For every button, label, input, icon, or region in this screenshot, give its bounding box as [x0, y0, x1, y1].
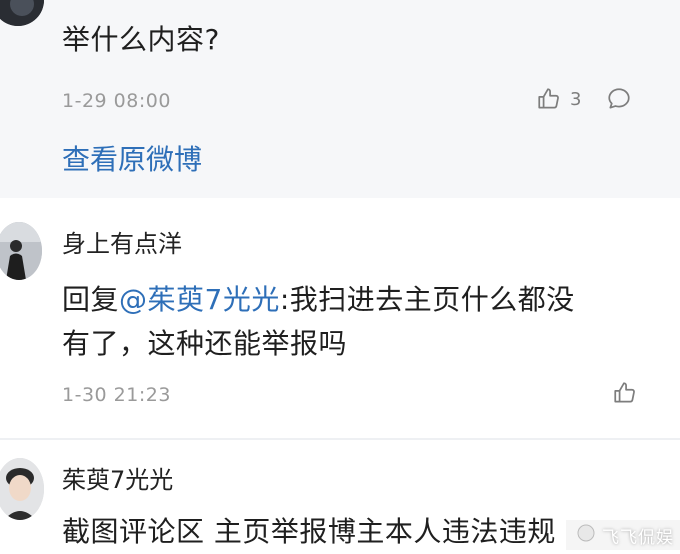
reply-card: 身上有点洋 回复@茱萸7光光:我扫进去主页什么都没 有了，这种还能举报吗 1-3…: [0, 198, 660, 438]
comment-time: 1-30 21:23: [62, 384, 171, 406]
avatar[interactable]: [0, 222, 42, 280]
watermark-text: 飞飞侃娱: [602, 527, 674, 548]
reply-text: 截图评论区 主页举报博主本人违法违规: [62, 515, 556, 548]
thumbs-up-icon: [536, 86, 562, 112]
watermark: 飞飞侃娱: [566, 520, 680, 550]
reply-text-line2: 有了，这种还能举报吗: [62, 327, 348, 360]
view-original-link[interactable]: 查看原微博: [62, 138, 202, 178]
username[interactable]: 茱萸7光光: [62, 464, 173, 496]
watermark-logo-icon: [576, 523, 596, 548]
reply-prefix: 回复: [62, 283, 120, 316]
like-count: 3: [570, 88, 582, 110]
comment-time: 1-29 08:00: [62, 90, 171, 112]
like-button[interactable]: 3: [536, 86, 581, 112]
comment-icon[interactable]: [606, 86, 632, 112]
comment-text: 举什么内容?: [62, 23, 220, 56]
username[interactable]: 身上有点洋: [62, 228, 182, 260]
reply-card: 茱萸7光光 截图评论区 主页举报博主本人违法违规: [0, 440, 660, 550]
avatar[interactable]: [0, 458, 44, 520]
top-comment: 举什么内容? 1-29 08:00 3 查看原微博: [0, 0, 680, 198]
avatar[interactable]: [0, 0, 44, 26]
reply-text-line1: :我扫进去主页什么都没: [279, 283, 575, 316]
thumbs-up-icon[interactable]: [612, 380, 638, 406]
reply-text: 回复@茱萸7光光:我扫进去主页什么都没 有了，这种还能举报吗: [62, 278, 575, 366]
mention-link[interactable]: @茱萸7光光: [119, 283, 280, 316]
